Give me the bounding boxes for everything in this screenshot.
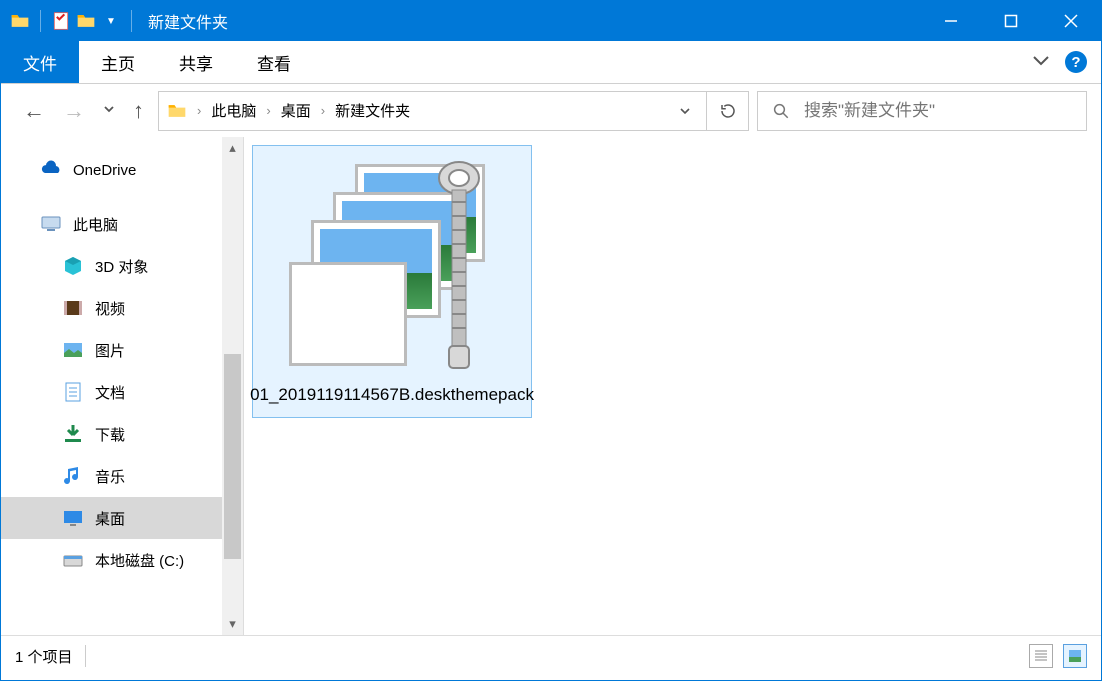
breadcrumb[interactable]: 桌面 bbox=[281, 100, 311, 121]
help-icon[interactable]: ? bbox=[1065, 51, 1087, 73]
file-name: 01_2019119114567B.deskthemepack bbox=[250, 384, 534, 407]
breadcrumb[interactable]: 此电脑 bbox=[211, 100, 256, 121]
sidebar-item-label: OneDrive bbox=[73, 162, 136, 179]
chevron-right-icon[interactable]: › bbox=[197, 103, 201, 118]
up-button[interactable]: ↑ bbox=[133, 98, 144, 124]
refresh-button[interactable] bbox=[706, 92, 748, 130]
nav-buttons: ← → ↑ bbox=[15, 98, 150, 124]
pc-icon bbox=[39, 212, 63, 236]
history-dropdown-icon[interactable] bbox=[103, 103, 115, 118]
scroll-down-icon[interactable]: ▾ bbox=[222, 613, 243, 635]
properties-icon[interactable] bbox=[50, 10, 72, 32]
chevron-right-icon[interactable]: › bbox=[266, 103, 270, 118]
scrollbar-thumb[interactable] bbox=[224, 354, 241, 559]
sidebar-item-label: 视频 bbox=[95, 298, 125, 319]
status-bar: 1 个项目 bbox=[1, 636, 1101, 676]
address-dropdown-icon[interactable] bbox=[664, 92, 706, 130]
desktop-icon bbox=[61, 506, 85, 530]
new-folder-icon[interactable] bbox=[75, 10, 97, 32]
address-bar[interactable]: › 此电脑 › 桌面 › 新建文件夹 bbox=[158, 91, 749, 131]
maximize-button[interactable] bbox=[981, 1, 1041, 41]
search-input[interactable] bbox=[804, 101, 1086, 121]
quick-access-toolbar: ▼ bbox=[1, 10, 138, 32]
sidebar-item-downloads[interactable]: 下载 bbox=[1, 413, 222, 455]
window-controls bbox=[921, 1, 1101, 41]
folder-icon bbox=[167, 101, 187, 121]
onedrive-icon bbox=[39, 158, 63, 182]
sidebar-item-3d[interactable]: 3D 对象 bbox=[1, 245, 222, 287]
status-text: 1 个项目 bbox=[15, 646, 73, 667]
sidebar-item-label: 图片 bbox=[95, 340, 125, 361]
music-icon bbox=[61, 464, 85, 488]
app-icon bbox=[9, 10, 31, 32]
scrollbar-track[interactable] bbox=[222, 159, 243, 613]
file-list[interactable]: 01_2019119114567B.deskthemepack bbox=[244, 137, 1101, 635]
sidebar-item-label: 此电脑 bbox=[73, 214, 118, 235]
chevron-right-icon[interactable]: › bbox=[321, 103, 325, 118]
sidebar-item-pc[interactable]: 此电脑 bbox=[1, 203, 222, 245]
titlebar: ▼ 新建文件夹 bbox=[1, 1, 1101, 41]
sidebar-item-label: 下载 bbox=[95, 424, 125, 445]
details-view-button[interactable] bbox=[1029, 644, 1053, 668]
sidebar-item-desktop[interactable]: 桌面 bbox=[1, 497, 222, 539]
ribbon: 文件 主页 共享 查看 ? bbox=[1, 41, 1101, 84]
downloads-icon bbox=[61, 422, 85, 446]
sidebar-item-label: 桌面 bbox=[95, 508, 125, 529]
pictures-icon bbox=[61, 338, 85, 362]
themepack-icon bbox=[275, 156, 510, 376]
documents-icon bbox=[61, 380, 85, 404]
tab-home[interactable]: 主页 bbox=[79, 41, 157, 83]
3d-icon bbox=[61, 254, 85, 278]
sidebar-item-documents[interactable]: 文档 bbox=[1, 371, 222, 413]
sidebar-item-label: 文档 bbox=[95, 382, 125, 403]
navigation-pane: OneDrive 此电脑 3D 对象视频图片文档下载音乐桌面本地磁盘 (C:) ▴ … bbox=[1, 137, 244, 635]
content: OneDrive 此电脑 3D 对象视频图片文档下载音乐桌面本地磁盘 (C:) ▴ … bbox=[1, 137, 1101, 636]
tab-share[interactable]: 共享 bbox=[157, 41, 235, 83]
sidebar-item-pictures[interactable]: 图片 bbox=[1, 329, 222, 371]
divider bbox=[85, 645, 86, 667]
divider bbox=[131, 10, 132, 32]
window-title: 新建文件夹 bbox=[148, 9, 228, 33]
divider bbox=[40, 10, 41, 32]
breadcrumb[interactable]: 新建文件夹 bbox=[335, 100, 410, 121]
minimize-button[interactable] bbox=[921, 1, 981, 41]
sidebar-item-video[interactable]: 视频 bbox=[1, 287, 222, 329]
sidebar-item-label: 音乐 bbox=[95, 466, 125, 487]
sidebar-item-onedrive[interactable]: OneDrive bbox=[1, 149, 222, 191]
search-icon bbox=[772, 101, 790, 121]
sidebar-item-label: 本地磁盘 (C:) bbox=[95, 550, 184, 571]
file-item[interactable]: 01_2019119114567B.deskthemepack bbox=[252, 145, 532, 418]
qat-dropdown-icon[interactable]: ▼ bbox=[100, 10, 122, 32]
close-button[interactable] bbox=[1041, 1, 1101, 41]
sidebar-item-music[interactable]: 音乐 bbox=[1, 455, 222, 497]
sidebar-item-disk[interactable]: 本地磁盘 (C:) bbox=[1, 539, 222, 581]
disk-icon bbox=[61, 548, 85, 572]
file-tab[interactable]: 文件 bbox=[1, 41, 79, 83]
scroll-up-icon[interactable]: ▴ bbox=[222, 137, 243, 159]
back-button[interactable]: ← bbox=[23, 98, 45, 124]
large-icons-view-button[interactable] bbox=[1063, 644, 1087, 668]
sidebar-item-label: 3D 对象 bbox=[95, 256, 148, 277]
sidebar-scrollbar[interactable]: ▴ ▾ bbox=[222, 137, 243, 635]
search-box[interactable] bbox=[757, 91, 1087, 131]
video-icon bbox=[61, 296, 85, 320]
navigation-toolbar: ← → ↑ › 此电脑 › 桌面 › 新建文件夹 bbox=[1, 84, 1101, 137]
forward-button[interactable]: → bbox=[63, 98, 85, 124]
tab-view[interactable]: 查看 bbox=[235, 41, 313, 83]
ribbon-expand-icon[interactable] bbox=[1031, 50, 1051, 74]
